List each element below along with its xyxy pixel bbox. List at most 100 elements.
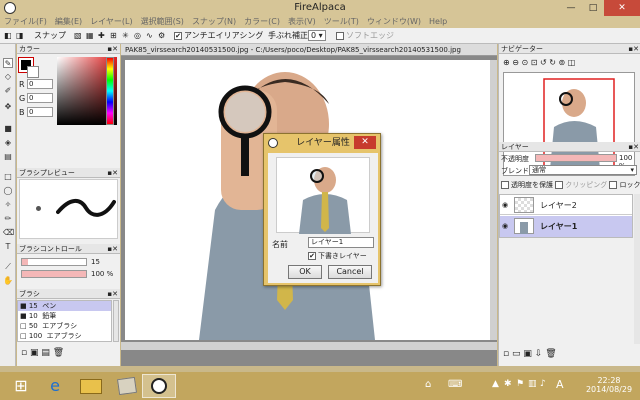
zoom-reset-icon[interactable]: ⊙ [522, 58, 529, 67]
menu-help[interactable]: Help [425, 16, 451, 28]
menu-view[interactable]: 表示(V) [284, 16, 320, 28]
brush-settings-icon[interactable]: ▤ [41, 348, 50, 358]
snap-curve-icon[interactable]: ∿ [146, 30, 153, 42]
eraser-tool-icon[interactable]: ◇ [3, 72, 13, 82]
g-input[interactable]: 0 [27, 93, 53, 103]
maximize-button[interactable]: □ [582, 0, 604, 16]
duplicate-brush-icon[interactable]: ▣ [30, 348, 39, 358]
ie-icon[interactable]: e [38, 374, 72, 398]
start-button[interactable]: ⊞ [4, 374, 38, 398]
tray-expand-icon[interactable]: ▲ [492, 379, 499, 389]
eyedropper-tool-icon[interactable]: ⟋ [3, 262, 13, 272]
b-input[interactable]: 0 [27, 107, 53, 117]
brush-item-airbrush[interactable]: □ 50 エアブラシ [18, 321, 111, 331]
snap-parallel-icon[interactable]: ▦ [86, 30, 94, 42]
network-icon[interactable]: ▥ [528, 379, 537, 389]
panel-menu-icon[interactable]: ▪✕ [107, 168, 118, 178]
r-input[interactable]: 0 [27, 79, 53, 89]
panel-menu-icon[interactable]: ▪✕ [628, 44, 639, 54]
draft-layer-checkbox[interactable]: ✔ [308, 252, 316, 260]
layer-row[interactable]: ◉ レイヤー2 [500, 195, 632, 215]
new-layer-icon[interactable]: ▫ [503, 349, 509, 359]
snap-off-icon[interactable]: ▧ [74, 30, 82, 42]
blend-select[interactable]: 通常 ▾ [529, 165, 637, 175]
bluetooth-icon[interactable]: ✱ [504, 379, 512, 389]
menu-snap[interactable]: スナップ(N) [188, 16, 240, 28]
minimize-button[interactable]: — [560, 0, 582, 16]
eye-icon[interactable]: ◉ [502, 201, 508, 209]
panel-toggle-left-icon[interactable]: ◧ [4, 30, 12, 42]
background-color-swatch[interactable] [27, 66, 39, 78]
soft-edge-checkbox[interactable] [336, 31, 344, 40]
mouse-icon[interactable]: ⌂ [425, 379, 431, 390]
rotate-left-icon[interactable]: ↺ [540, 58, 547, 67]
layer-scrollbar[interactable] [634, 194, 640, 344]
delete-layer-icon[interactable]: 🗑 [545, 349, 556, 359]
menu-file[interactable]: ファイル(F) [0, 16, 51, 28]
lasso-tool-icon[interactable]: ◯ [3, 186, 13, 196]
panel-toggle-right-icon[interactable]: ◨ [16, 30, 24, 42]
snap-radial-icon[interactable]: ✳ [122, 30, 129, 42]
snap-cross-icon[interactable]: ✚ [98, 30, 105, 42]
app-store-icon[interactable] [110, 374, 144, 398]
brush-tool-icon[interactable]: ✎ [3, 58, 13, 68]
ok-button[interactable]: OK [288, 265, 322, 279]
select-tool-icon[interactable]: □ [3, 172, 13, 182]
fill-tool-icon[interactable]: ■ [3, 124, 13, 134]
rotate-right-icon[interactable]: ↻ [549, 58, 556, 67]
layer-name-input[interactable]: レイヤー1 [308, 237, 374, 248]
text-tool-icon[interactable]: T [3, 242, 13, 252]
menu-layer[interactable]: レイヤー(L) [86, 16, 136, 28]
brush-list-scrollbar[interactable] [113, 300, 119, 342]
brush-size-slider[interactable] [21, 258, 87, 266]
dot-tool-icon[interactable]: ✐ [3, 86, 13, 96]
brush-item-pencil[interactable]: ■ 10 鉛筆 [18, 311, 111, 321]
horizontal-scrollbar[interactable] [121, 342, 497, 350]
close-button[interactable]: ✕ [604, 0, 640, 16]
cancel-button[interactable]: Cancel [328, 265, 372, 279]
panel-menu-icon[interactable]: ▪✕ [107, 244, 118, 254]
keyboard-icon[interactable]: ⌨ [448, 379, 462, 390]
firealpaca-taskbar-button[interactable] [142, 374, 176, 398]
panel-menu-icon[interactable]: ▪✕ [107, 289, 118, 299]
brush-opacity-slider[interactable] [21, 270, 87, 278]
zoom-in-icon[interactable]: ⊕ [503, 58, 510, 67]
panel-menu-icon[interactable]: ▪✕ [107, 44, 118, 54]
menu-tool[interactable]: ツール(T) [320, 16, 363, 28]
snap-settings-icon[interactable]: ⚙ [158, 30, 165, 42]
menu-edit[interactable]: 編集(E) [51, 16, 86, 28]
gradient-tool-icon[interactable]: ▤ [3, 152, 13, 162]
hand-tool-icon[interactable]: ✋ [3, 276, 13, 286]
antialias-checkbox[interactable]: ✔ [174, 31, 182, 40]
flag-icon[interactable]: ⚑ [516, 379, 524, 389]
delete-brush-icon[interactable]: 🗑 [53, 348, 64, 358]
duplicate-layer-icon[interactable]: ▣ [523, 349, 532, 359]
protect-alpha-checkbox[interactable] [501, 181, 509, 189]
rotate-reset-icon[interactable]: ⊚ [559, 58, 566, 67]
zoom-out-icon[interactable]: ⊖ [512, 58, 519, 67]
explorer-icon[interactable] [74, 374, 108, 398]
snap-vanish-icon[interactable]: ⊞ [110, 30, 117, 42]
brush-item-airbrush-large[interactable]: □ 100 エアブラシ [18, 331, 111, 341]
document-tab[interactable]: PAK85_virssearch20140531500.jpg - C:/Use… [121, 44, 497, 56]
select-eraser-tool-icon[interactable]: ⌫ [3, 228, 14, 238]
ime-indicator[interactable]: A [556, 378, 564, 391]
clock[interactable]: 22:28 2014/08/29 [582, 376, 636, 394]
merge-layer-icon[interactable]: ⇩ [535, 349, 543, 359]
add-brush-icon[interactable]: ▫ [21, 348, 27, 358]
vertical-scrollbar[interactable] [490, 60, 497, 340]
clipping-checkbox[interactable] [555, 181, 564, 189]
menu-window[interactable]: ウィンドウ(W) [363, 16, 425, 28]
menu-select[interactable]: 選択範囲(S) [137, 16, 188, 28]
magic-wand-tool-icon[interactable]: ✧ [3, 200, 13, 210]
panel-menu-icon[interactable]: ▪✕ [628, 142, 639, 152]
layer-row-selected[interactable]: ◉ レイヤー1 [500, 216, 632, 237]
volume-icon[interactable]: ♪ [540, 379, 546, 389]
brush-item-pen[interactable]: ■ 15 ペン [18, 301, 111, 311]
fit-icon[interactable]: ⊡ [531, 58, 538, 67]
snap-circle-icon[interactable]: ◎ [134, 30, 141, 42]
hue-slider[interactable] [106, 57, 114, 125]
dialog-close-button[interactable]: ✕ [354, 136, 376, 149]
lock-checkbox[interactable] [609, 181, 618, 189]
flip-icon[interactable]: ◫ [568, 58, 576, 67]
